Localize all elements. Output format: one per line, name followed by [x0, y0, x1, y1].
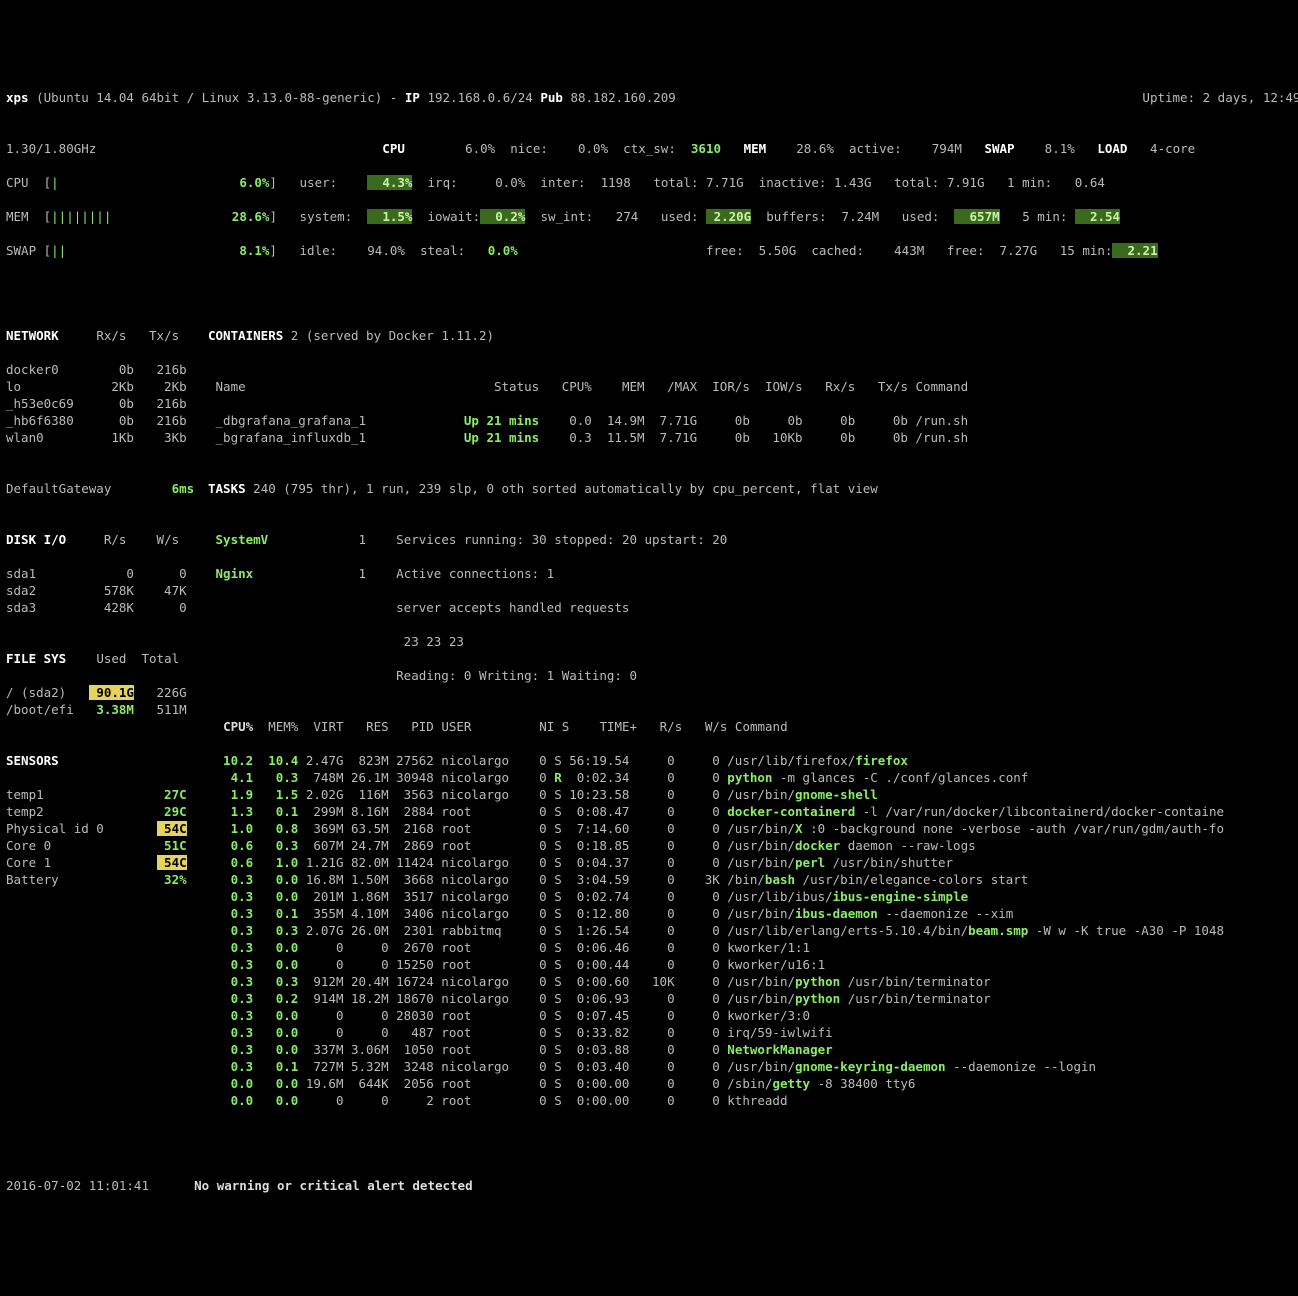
disk-row: sda3 428K 0 — [6, 599, 208, 616]
process-row: 0.3 0.0 16.8M 1.50M 3668 nicolargo 0 S 3… — [208, 871, 1292, 888]
gateway-label: DefaultGateway — [6, 481, 111, 496]
sensor-row: temp1 27C — [6, 786, 208, 803]
process-row: 0.3 0.0 0 0 15250 root 0 S 0:00.44 0 0 k… — [208, 956, 1292, 973]
containers-header: CONTAINERS 2 (served by Docker 1.11.2) — [208, 327, 1292, 344]
net-row: docker0 0b 216b — [6, 361, 208, 378]
fs-header: FILE SYS Used Total — [6, 650, 208, 667]
uptime: Uptime: 2 days, 12:49:27 — [1142, 90, 1298, 105]
process-row: 0.3 0.0 0 0 28030 root 0 S 0:07.45 0 0 k… — [208, 1007, 1292, 1024]
process-row: 0.3 0.3 912M 20.4M 16724 nicolargo 0 S 0… — [208, 973, 1292, 990]
process-row: 0.3 0.3 2.07G 26.0M 2301 rabbitmq 0 S 1:… — [208, 922, 1292, 939]
process-row: 0.3 0.0 0 0 2670 root 0 S 0:06.46 0 0 kw… — [208, 939, 1292, 956]
sensor-row: Battery 32% — [6, 871, 208, 888]
sensors-header: SENSORS — [6, 752, 208, 769]
process-row: 0.3 0.0 0 0 487 root 0 S 0:33.82 0 0 irq… — [208, 1024, 1292, 1041]
process-row: 0.6 0.3 607M 24.7M 2869 root 0 S 0:18.85… — [208, 837, 1292, 854]
process-row: 1.3 0.1 299M 8.16M 2884 root 0 S 0:08.47… — [208, 803, 1292, 820]
process-row: 1.0 0.8 369M 63.5M 2168 root 0 S 7:14.60… — [208, 820, 1292, 837]
disk-row: sda1 0 0 — [6, 565, 208, 582]
proc-header: CPU% MEM% VIRT RES PID USER NI S TIME+ R… — [208, 718, 1292, 735]
process-row: 0.0 0.0 19.6M 644K 2056 root 0 S 0:00.00… — [208, 1075, 1292, 1092]
net-row: _hb6f6380 0b 216b — [6, 412, 208, 429]
process-row: 10.2 10.4 2.47G 823M 27562 nicolargo 0 S… — [208, 752, 1292, 769]
fs-row: / (sda2) 90.1G 226G — [6, 684, 208, 701]
net-row: lo 2Kb 2Kb — [6, 378, 208, 395]
process-row: 0.6 1.0 1.21G 82.0M 11424 nicolargo 0 S … — [208, 854, 1292, 871]
container-row: _bgrafana_influxdb_1 Up 21 mins 0.3 11.5… — [208, 429, 1292, 446]
sensor-row: temp2 29C — [6, 803, 208, 820]
process-row: 0.3 0.0 337M 3.06M 1050 root 0 S 0:03.88… — [208, 1041, 1292, 1058]
process-row: 0.3 0.1 355M 4.10M 3406 nicolargo 0 S 0:… — [208, 905, 1292, 922]
fs-row: /boot/efi 3.38M 511M — [6, 701, 208, 718]
network-header: NETWORK Rx/s Tx/s — [6, 327, 208, 344]
header: xps (Ubuntu 14.04 64bit / Linux 3.13.0-8… — [6, 89, 1292, 106]
disk-row: sda2 578K 47K — [6, 582, 208, 599]
process-row: 0.0 0.0 0 0 2 root 0 S 0:00.00 0 0 kthre… — [208, 1092, 1292, 1109]
disk-header: DISK I/O R/s W/s — [6, 531, 208, 548]
process-row: 0.3 0.2 914M 18.2M 18670 nicolargo 0 S 0… — [208, 990, 1292, 1007]
terminal[interactable]: xps (Ubuntu 14.04 64bit / Linux 3.13.0-8… — [6, 72, 1292, 1211]
net-row: wlan0 1Kb 3Kb — [6, 429, 208, 446]
stats-row-1: 1.30/1.80GHz CPU 6.0% nice: 0.0% ctx_sw:… — [6, 140, 1292, 157]
footer: 2016-07-02 11:01:41 No warning or critic… — [6, 1177, 1292, 1194]
process-row: 0.3 0.0 201M 1.86M 3517 nicolargo 0 S 0:… — [208, 888, 1292, 905]
sensor-row: Core 0 51C — [6, 837, 208, 854]
process-row: 4.1 0.3 748M 26.1M 30948 nicolargo 0 R 0… — [208, 769, 1292, 786]
net-row: _h53e0c69 0b 216b — [6, 395, 208, 412]
process-row: 0.3 0.1 727M 5.32M 3248 nicolargo 0 S 0:… — [208, 1058, 1292, 1075]
container-row: _dbgrafana_grafana_1 Up 21 mins 0.0 14.9… — [208, 412, 1292, 429]
sensor-row: Core 1 54C — [6, 854, 208, 871]
sensor-row: Physical id 0 54C — [6, 820, 208, 837]
tasks-header: TASKS 240 (795 thr), 1 run, 239 slp, 0 o… — [208, 480, 1292, 497]
process-row: 1.9 1.5 2.02G 116M 3563 nicolargo 0 S 10… — [208, 786, 1292, 803]
